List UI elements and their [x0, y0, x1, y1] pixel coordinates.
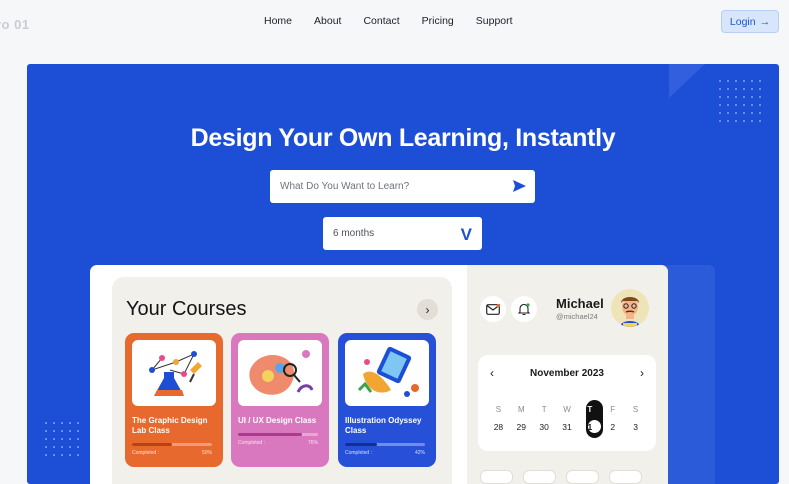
progress-bar: [345, 443, 425, 446]
calendar-widget: ‹ November 2023 › S M T W T F S 28 29 30…: [478, 355, 656, 451]
nav-home[interactable]: Home: [264, 15, 292, 27]
dashboard-preview: Your Courses › The Graphic Design Lab Cl…: [90, 265, 668, 484]
date-cell[interactable]: 29: [510, 422, 533, 432]
date-cell[interactable]: 28: [487, 422, 510, 432]
weekday-label: T: [587, 405, 593, 414]
weekday-label: W: [563, 405, 571, 414]
course-image-lab: [132, 340, 216, 406]
duration-value: 6 months: [333, 228, 375, 239]
course-image-illustration: [345, 340, 429, 406]
progress-bar: [132, 443, 212, 446]
nav-contact[interactable]: Contact: [363, 15, 399, 27]
progress-percent: 76%: [307, 440, 318, 446]
weekday-label: S: [495, 405, 502, 414]
progress-status: Completed :: [238, 440, 265, 446]
chevron-down-icon: V: [460, 225, 472, 244]
bell-icon[interactable]: [511, 296, 537, 322]
course-title: Illustration Odyssey Class: [345, 416, 422, 435]
profile-sidebar: Michael @michael24 ‹ November 2023 › S M…: [467, 265, 668, 484]
chevron-right-icon[interactable]: ›: [417, 299, 438, 320]
progress-status: Completed :: [132, 450, 159, 456]
search-input[interactable]: [280, 181, 500, 192]
date-cell-selected[interactable]: 1: [578, 422, 601, 432]
user-name: Michael: [556, 296, 604, 311]
hero-section: Design Your Own Learning, Instantly 6 mo…: [27, 64, 779, 484]
weekday-label: M: [517, 405, 525, 414]
send-icon[interactable]: [512, 179, 527, 198]
nav-about[interactable]: About: [314, 15, 341, 27]
weekday-label: F: [610, 405, 616, 414]
mail-icon[interactable]: [480, 296, 506, 322]
time-slot[interactable]: [480, 470, 513, 484]
nav-pricing[interactable]: Pricing: [422, 15, 454, 27]
calendar-month: November 2023: [530, 368, 604, 379]
nav-support[interactable]: Support: [476, 15, 513, 27]
user-handle: @michael24: [556, 312, 598, 321]
date-cell[interactable]: 2: [601, 422, 624, 432]
progress-percent: 50%: [201, 450, 212, 456]
courses-panel: Your Courses › The Graphic Design Lab Cl…: [112, 277, 452, 484]
login-label: Login: [729, 15, 756, 28]
weekday-label: T: [541, 405, 547, 414]
login-button[interactable]: Login →: [721, 10, 779, 33]
time-slot[interactable]: [566, 470, 599, 484]
nav-links: Home About Contact Pricing Support: [264, 15, 535, 27]
date-cell[interactable]: 3: [624, 422, 647, 432]
courses-heading: Your Courses: [126, 298, 247, 320]
course-card-graphic-design[interactable]: The Graphic Design Lab Class Completed :…: [125, 333, 223, 467]
course-image-uiux: [238, 340, 322, 406]
decor-triangle: [669, 64, 705, 98]
decor-dots-top: [719, 80, 761, 122]
weekday-label: S: [632, 405, 639, 414]
weekday-row: S M T W T F S: [487, 405, 647, 414]
course-title: UI / UX Design Class: [238, 416, 317, 425]
progress-status: Completed :: [345, 450, 372, 456]
course-card-illustration[interactable]: Illustration Odyssey Class Completed : 42…: [338, 333, 436, 467]
arrow-right-icon: →: [759, 15, 771, 28]
date-cell[interactable]: 31: [556, 422, 579, 432]
decor-dots-left: [45, 422, 79, 456]
progress-percent: 42%: [414, 450, 425, 456]
course-card-ui-ux[interactable]: UI / UX Design Class Completed : 76%: [231, 333, 329, 467]
date-row: 28 29 30 31 1 2 3: [487, 422, 647, 432]
avatar[interactable]: [611, 289, 649, 327]
top-nav: Home About Contact Pricing Support Login…: [0, 0, 789, 42]
course-title: The Graphic Design Lab Class: [132, 416, 208, 435]
date-cell[interactable]: 30: [533, 422, 556, 432]
chevron-right-icon[interactable]: ›: [640, 366, 644, 380]
time-slot[interactable]: [523, 470, 556, 484]
search-box: [270, 170, 535, 203]
progress-bar: [238, 433, 318, 436]
hero-title: Design Your Own Learning, Instantly: [190, 124, 616, 152]
time-slot[interactable]: [609, 470, 642, 484]
duration-select[interactable]: 6 months V: [323, 217, 482, 250]
